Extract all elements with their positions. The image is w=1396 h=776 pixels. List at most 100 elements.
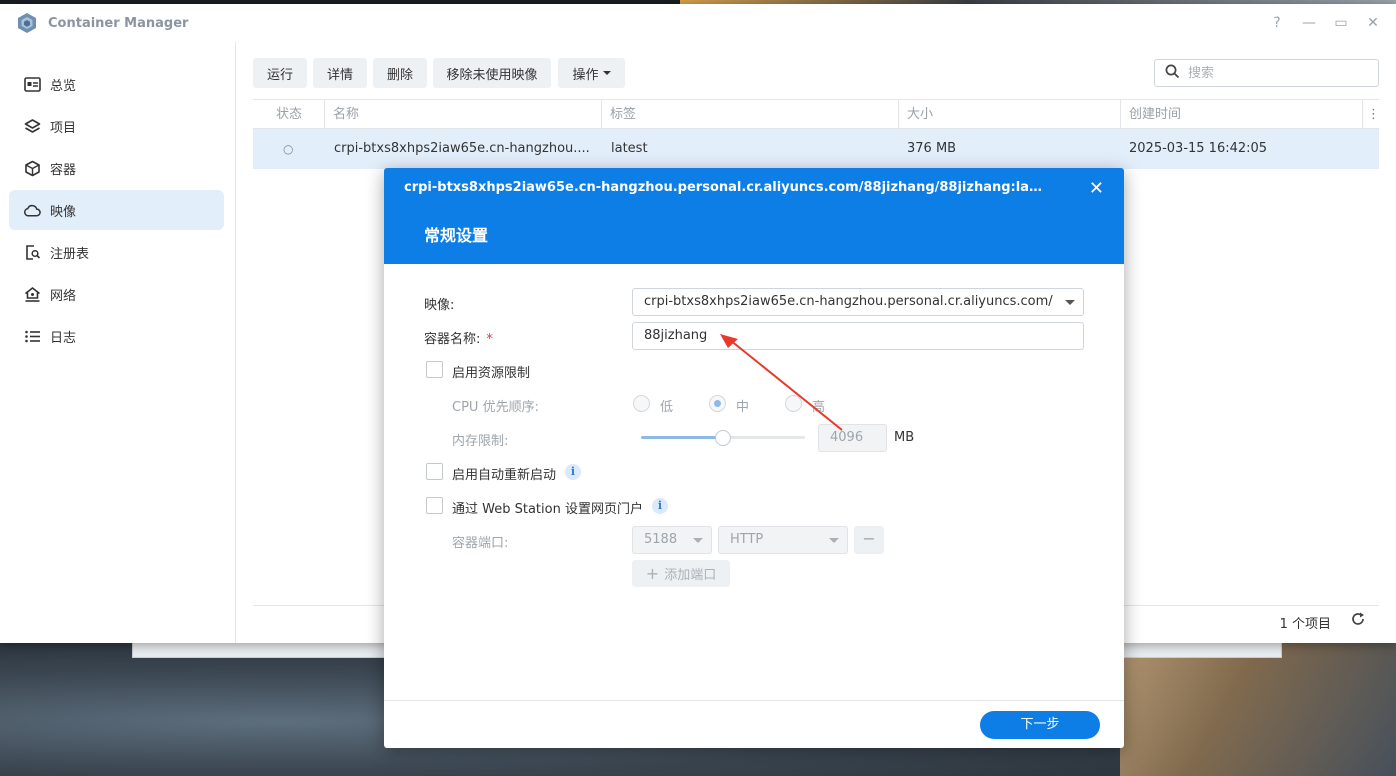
dialog-section-title: 常规设置 [424,226,489,245]
container-port-label: 容器端口: [452,536,509,551]
help-icon[interactable]: ? [1268,14,1286,32]
actions-label: 操作 [572,67,599,83]
port-select[interactable]: 5188 [632,526,712,554]
maximize-icon[interactable]: ▭ [1332,14,1350,32]
refresh-icon[interactable] [1351,612,1365,630]
sidebar-item-label: 网络 [50,288,77,304]
column-status[interactable]: 状态 [253,100,324,129]
sidebar-item-overview[interactable]: 总览 [9,64,224,104]
plus-icon: + [645,564,660,583]
resource-limit-label: 启用资源限制 [452,366,531,381]
actions-dropdown-button[interactable]: 操作 [558,58,625,88]
cpu-priority-label: CPU 优先顺序: [452,400,539,415]
column-created[interactable]: 创建时间 [1120,100,1362,129]
table-row[interactable]: ○ crpi-btxs8xhps2iaw65e.cn-hangzhou.... … [253,129,1379,169]
desktop-wallpaper-accent [1120,640,1396,776]
item-count: 1 个项目 [1279,617,1331,632]
container-name-label: 容器名称: * [424,332,493,347]
memory-slider-thumb[interactable] [715,430,731,446]
auto-restart-checkbox[interactable] [426,463,443,480]
cube-icon [23,159,41,177]
sidebar-item-label: 映像 [50,204,77,220]
cpu-medium-label: 中 [736,400,750,415]
container-name-input[interactable]: 88jizhang [632,322,1084,350]
close-icon[interactable]: ✕ [1364,14,1382,32]
sidebar-item-images[interactable]: 映像 [9,190,224,230]
sidebar-item-network[interactable]: 网络 [9,274,224,314]
create-container-dialog: crpi-btxs8xhps2iaw65e.cn-hangzhou.person… [384,168,1124,748]
search-input[interactable] [1188,65,1368,81]
dialog-footer: 下一步 [384,700,1124,748]
next-button[interactable]: 下一步 [980,711,1100,739]
add-port-button[interactable]: + 添加端口 [632,560,730,587]
resource-limit-checkbox[interactable] [426,361,443,378]
auto-restart-label: 启用自动重新启动 [452,468,557,483]
info-icon[interactable]: i [565,464,581,480]
image-select-value: crpi-btxs8xhps2iaw65e.cn-hangzhou.person… [644,294,1053,309]
app-title: Container Manager [48,15,189,31]
remove-unused-images-button[interactable]: 移除未使用映像 [433,58,551,88]
image-size-cell: 376 MB [907,141,957,156]
cpu-high-radio[interactable] [785,395,802,412]
memory-unit-label: MB [894,430,915,445]
details-button[interactable]: 详情 [313,58,367,88]
memory-limit-label: 内存限制: [452,434,509,449]
table-header: 状态 名称 标签 大小 创建时间 ⋮ [253,99,1380,129]
sidebar-item-projects[interactable]: 项目 [9,106,224,146]
cpu-high-label: 高 [812,400,826,415]
column-menu-icon[interactable]: ⋮ [1362,100,1380,129]
sidebar-item-registry[interactable]: 注册表 [9,232,224,272]
cloud-icon [23,201,41,219]
minimize-icon[interactable]: — [1300,14,1318,32]
required-marker: * [486,332,493,347]
list-icon [23,327,41,345]
titlebar: Container Manager ? — ▭ ✕ [0,4,1396,42]
column-size[interactable]: 大小 [898,100,1120,129]
layers-icon [23,117,41,135]
registry-search-icon [23,243,41,261]
web-station-label: 通过 Web Station 设置网页门户 [452,502,643,517]
sidebar-item-label: 日志 [50,330,77,346]
protocol-select[interactable]: HTTP [718,526,848,554]
memory-slider-fill [641,436,723,439]
dialog-close-icon[interactable]: ✕ [1089,178,1104,199]
add-port-label: 添加端口 [664,568,717,583]
search-icon [1165,64,1180,83]
delete-button[interactable]: 删除 [373,58,427,88]
sidebar-item-label: 容器 [50,162,77,178]
sidebar-item-label: 项目 [50,120,77,136]
cpu-low-label: 低 [660,400,674,415]
memory-limit-input[interactable]: 4096 [818,424,887,452]
network-home-icon [23,285,41,303]
image-select[interactable]: crpi-btxs8xhps2iaw65e.cn-hangzhou.person… [632,288,1084,316]
sidebar-item-label: 注册表 [50,246,90,262]
column-tag[interactable]: 标签 [601,100,898,129]
sidebar: 总览 项目 容器 映像 注册表 网络 日志 [0,42,236,643]
remove-port-button[interactable]: − [854,526,884,554]
web-station-checkbox[interactable] [426,497,443,514]
cpu-low-radio[interactable] [633,395,650,412]
dialog-header: crpi-btxs8xhps2iaw65e.cn-hangzhou.person… [384,168,1124,264]
status-indicator: ○ [283,142,294,156]
cpu-medium-radio[interactable] [709,395,726,412]
info-icon[interactable]: i [652,498,668,514]
image-label: 映像: [424,298,455,313]
chevron-down-icon [693,538,703,543]
window-controls: ? — ▭ ✕ [1268,14,1382,32]
sidebar-item-label: 总览 [50,78,77,94]
column-name[interactable]: 名称 [324,100,601,129]
chevron-down-icon [829,538,839,543]
sidebar-item-logs[interactable]: 日志 [9,316,224,356]
image-created-cell: 2025-03-15 16:42:05 [1129,141,1268,156]
dialog-title: crpi-btxs8xhps2iaw65e.cn-hangzhou.person… [404,180,1044,195]
run-button[interactable]: 运行 [253,58,307,88]
image-name-cell: crpi-btxs8xhps2iaw65e.cn-hangzhou.... [334,141,590,156]
container-manager-logo-icon [18,13,36,33]
sidebar-item-containers[interactable]: 容器 [9,148,224,188]
protocol-select-value: HTTP [730,532,764,547]
image-tag-cell: latest [611,141,648,156]
search-box[interactable] [1154,59,1379,87]
caret-down-icon [602,71,611,75]
port-select-value: 5188 [644,532,678,547]
overview-icon [23,75,41,93]
